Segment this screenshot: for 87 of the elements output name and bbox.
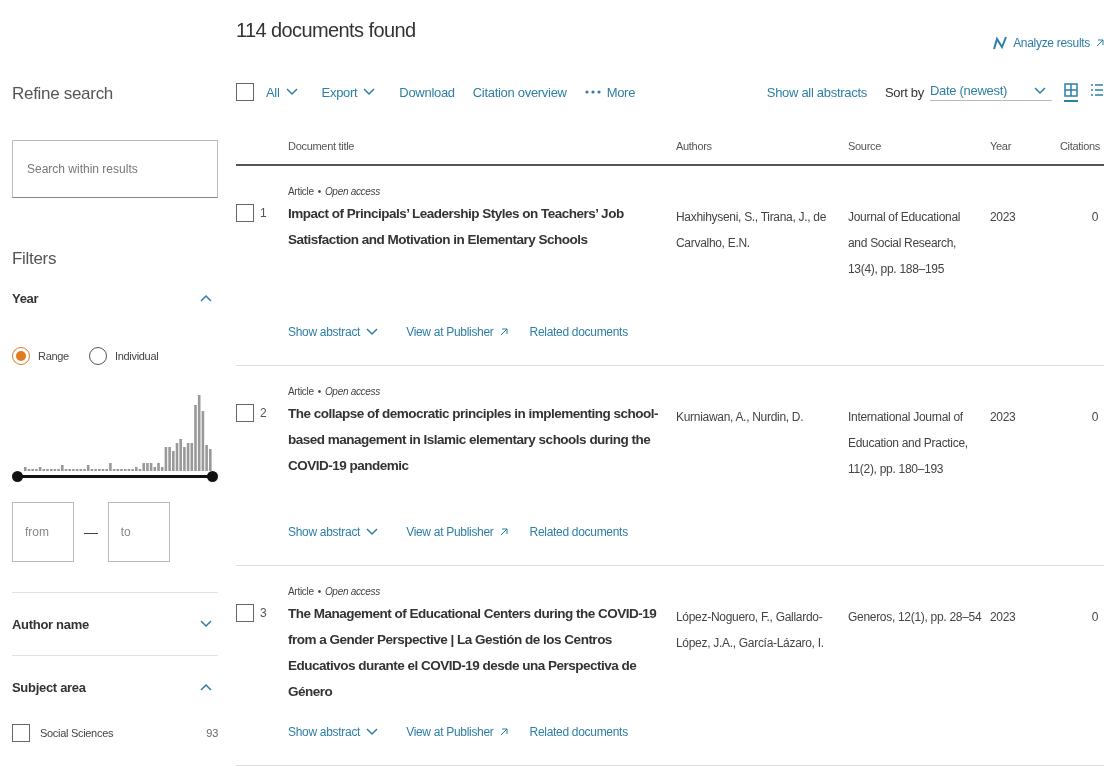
chevron-down-icon (366, 728, 379, 736)
show-all-abstracts-link[interactable]: Show all abstracts (766, 84, 867, 100)
list-icon (1090, 82, 1104, 97)
related-documents-link[interactable]: Related documents (529, 325, 628, 339)
external-link-icon (1096, 39, 1104, 47)
chevron-down-icon (366, 328, 379, 336)
chevron-down-icon (363, 88, 376, 96)
slider-handle[interactable] (207, 471, 218, 482)
related-documents-link[interactable]: Related documents (529, 725, 628, 739)
citations-cell-text: 0 (1090, 409, 1099, 426)
document-type: Article (288, 386, 314, 397)
column-header[interactable]: Document title (288, 140, 676, 152)
row-checkbox[interactable] (236, 604, 254, 622)
column-header[interactable]: Authors (676, 140, 848, 152)
view-at-publisher-link[interactable]: View at Publisher (406, 525, 508, 539)
sidebar-title: Refine search (12, 84, 114, 104)
document-title-link[interactable]: The Management of Educational Centers during the COVID-19 from a Gender Perspective | La Gestión de los Centros Educativos durante el COVID-19 desde una Perspectiva de Género (288, 601, 662, 705)
view-at-publisher-link[interactable]: View at Publisher (406, 325, 508, 339)
to-field[interactable]: to (107, 502, 170, 562)
radio-label: Individual (114, 350, 159, 362)
source-cell-text: International Journal of Education and Practice, 11(2), pp. 180–193 (848, 409, 969, 478)
year-cell-text: 2023 (990, 209, 1017, 226)
chevron-down-icon (1034, 86, 1046, 95)
results-count: 114 documents found (236, 19, 416, 42)
filter-label[interactable]: Author name (12, 616, 89, 632)
more-link[interactable]: More (584, 84, 636, 100)
related-documents-link[interactable]: Related documents (529, 525, 628, 539)
column-header[interactable]: Source (848, 140, 990, 152)
row-number: 2 (260, 405, 267, 422)
document-title-link[interactable]: Impact of Principals’ Leadership Styles on Teachers’ Job Satisfaction and Motivation in Elementary Schools (288, 201, 662, 253)
bullet-separator: • (317, 386, 321, 397)
authors-cell-text: Kurniawan, A., Nurdin, D. (676, 409, 805, 426)
bullet-separator: • (317, 186, 321, 197)
range-slider[interactable] (12, 471, 218, 482)
access-label: Open access (324, 586, 380, 597)
row-number: 1 (260, 205, 267, 222)
row-checkbox[interactable] (236, 204, 254, 222)
access-label: Open access (324, 386, 380, 397)
citations-cell-text: 0 (1090, 609, 1099, 626)
external-link-icon (499, 528, 508, 536)
slider-handle[interactable] (12, 471, 23, 482)
checkbox[interactable] (12, 724, 30, 742)
filter-label: Year (12, 290, 39, 306)
column-header[interactable]: Citations (1040, 140, 1104, 152)
range-dash: — (84, 524, 98, 540)
grid-icon (1064, 82, 1078, 97)
search-field[interactable]: Search within results (12, 140, 218, 198)
subject-count: 93 (206, 727, 218, 739)
filters-title: Filters (12, 249, 58, 269)
select-all-checkbox[interactable] (236, 83, 254, 101)
grid-view-button[interactable] (1064, 82, 1078, 102)
view-at-publisher-link[interactable]: View at Publisher (406, 725, 508, 739)
document-type: Article (288, 586, 314, 597)
select-all-dropdown[interactable]: All (266, 84, 304, 100)
authors-cell-text: Haxhihyseni, S., Tirana, J., de Carvalho, E.N. (676, 209, 828, 252)
filter-label[interactable]: Subject area (12, 679, 86, 695)
show-abstract-link[interactable]: Show abstract (288, 325, 385, 339)
chevron-down-icon (285, 88, 298, 96)
from-field[interactable]: from (12, 502, 74, 562)
column-header[interactable]: Year (990, 140, 1040, 152)
source-cell-text: Journal of Educational and Social Research, 13(4), pp. 188–195 (848, 209, 962, 278)
external-link-icon (499, 728, 508, 736)
more-icon (584, 90, 601, 94)
sort-label: Sort by (884, 84, 924, 100)
year-cell-text: 2023 (990, 409, 1017, 426)
line-chart-icon (993, 36, 1008, 50)
citations-cell-text: 0 (1090, 209, 1099, 226)
document-type: Article (288, 186, 314, 197)
subject-label: Social Sciences (40, 727, 115, 739)
show-abstract-link[interactable]: Show abstract (288, 725, 385, 739)
document-title-link[interactable]: The collapse of democratic principles in implementing school-based management in Islamic elementary schools during the COVID-19 pandemic (288, 401, 662, 479)
row-checkbox[interactable] (236, 404, 254, 422)
authors-cell-text: López-Noguero, F., Gallardo-López, J.A., García-Lázaro, I. (676, 609, 825, 652)
chevron-down-icon (366, 528, 379, 536)
show-abstract-link[interactable]: Show abstract (288, 525, 385, 539)
source-cell-text: Generos, 12(1), pp. 28–54 (848, 609, 983, 626)
access-label: Open access (324, 186, 380, 197)
row-number: 3 (260, 605, 267, 622)
export-dropdown[interactable]: Export (321, 84, 382, 100)
analyze-results-link[interactable]: Analyze results (993, 36, 1104, 50)
citation-overview-link[interactable]: Citation overview (472, 84, 567, 100)
sort-select[interactable]: Date (newest) (930, 83, 1052, 101)
year-cell-text: 2023 (990, 609, 1017, 626)
bullet-separator: • (317, 586, 321, 597)
download-link[interactable]: Download (399, 84, 455, 100)
external-link-icon (499, 328, 508, 336)
radio-label: Range (38, 350, 69, 362)
